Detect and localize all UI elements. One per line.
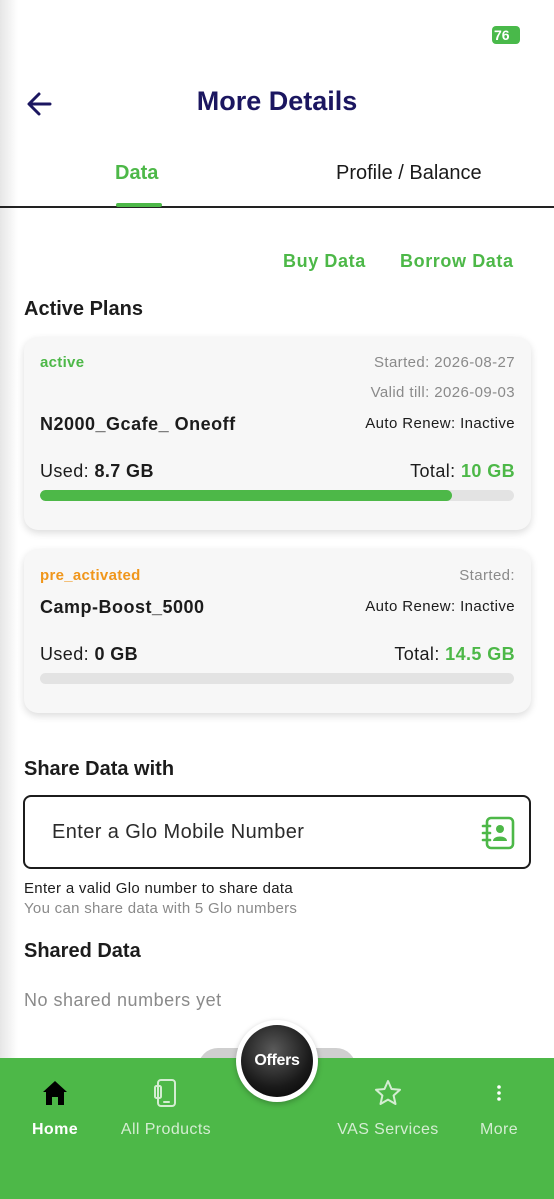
plan-used: Used: 0 GB xyxy=(40,644,138,665)
nav-more[interactable]: More xyxy=(470,1058,528,1148)
plan-name: Camp-Boost_5000 xyxy=(40,597,205,617)
plan-total: Total: 10 GB xyxy=(410,461,515,482)
used-label: Used: xyxy=(40,644,90,664)
nav-vas-services[interactable]: VAS Services xyxy=(330,1058,446,1148)
tab-data[interactable]: Data xyxy=(115,162,158,185)
share-number-placeholder: Enter a Glo Mobile Number xyxy=(52,821,305,843)
total-value: 14.5 GB xyxy=(445,644,515,664)
used-value: 8.7 GB xyxy=(94,461,154,481)
total-value: 10 GB xyxy=(460,461,515,481)
offers-button[interactable]: Offers xyxy=(236,1020,318,1102)
plan-card: pre_activated Started: Camp-Boost_5000 A… xyxy=(24,549,531,713)
share-hint: Enter a valid Glo number to share data xyxy=(24,880,294,897)
plan-started-date: Started: xyxy=(459,567,515,584)
page-title: More Details xyxy=(196,86,358,116)
buy-data-button[interactable]: Buy Data xyxy=(283,251,366,272)
nav-home-label: Home xyxy=(31,1121,79,1138)
shared-empty-state: No shared numbers yet xyxy=(24,990,222,1010)
battery-indicator: 76 xyxy=(492,26,520,44)
offers-label: Offers xyxy=(241,1025,313,1097)
plan-card: active Started: 2026-08-27 Valid till: 2… xyxy=(24,337,531,530)
star-icon xyxy=(375,1080,401,1105)
nav-more-label: More xyxy=(479,1121,519,1138)
total-label: Total: xyxy=(410,461,456,481)
share-data-title: Share Data with xyxy=(24,758,175,780)
plan-status: pre_activated xyxy=(40,567,141,584)
plan-used: Used: 8.7 GB xyxy=(40,461,154,482)
usage-progress-bar xyxy=(40,673,514,684)
contacts-book-icon[interactable] xyxy=(481,815,517,851)
shared-data-title: Shared Data xyxy=(24,940,141,962)
usage-progress-fill xyxy=(40,490,453,501)
nav-all-products-label: All Products xyxy=(120,1121,212,1138)
total-label: Total: xyxy=(394,644,440,664)
usage-progress-bar xyxy=(40,490,514,501)
plan-name: N2000_Gcafe_ Oneoff xyxy=(40,414,236,434)
plan-started-date: Started: 2026-08-27 xyxy=(373,354,515,371)
plan-status: active xyxy=(40,354,85,371)
active-tab-indicator xyxy=(116,203,162,207)
active-plans-title: Active Plans xyxy=(24,298,143,320)
more-vertical-icon xyxy=(497,1085,501,1101)
plan-total: Total: 14.5 GB xyxy=(394,644,515,665)
borrow-data-button[interactable]: Borrow Data xyxy=(400,251,514,272)
auto-renew-status: Auto Renew: Inactive xyxy=(365,415,515,432)
nav-all-products[interactable]: All Products xyxy=(112,1058,220,1148)
nav-home[interactable]: Home xyxy=(20,1058,90,1148)
used-label: Used: xyxy=(40,461,90,481)
app-header: More Details xyxy=(0,78,554,130)
used-value: 0 GB xyxy=(94,644,139,664)
tab-profile-balance[interactable]: Profile / Balance xyxy=(336,162,482,185)
plan-valid-till: Valid till: 2026-09-03 xyxy=(370,384,515,401)
share-limit-note: You can share data with 5 Glo numbers xyxy=(24,900,298,917)
auto-renew-status: Auto Renew: Inactive xyxy=(365,598,515,615)
share-number-input[interactable]: Enter a Glo Mobile Number xyxy=(23,795,531,869)
tab-bar: Data Profile / Balance xyxy=(0,150,554,208)
nav-vas-services-label: VAS Services xyxy=(337,1121,439,1138)
home-icon xyxy=(43,1081,67,1105)
phone-icon xyxy=(154,1079,176,1107)
